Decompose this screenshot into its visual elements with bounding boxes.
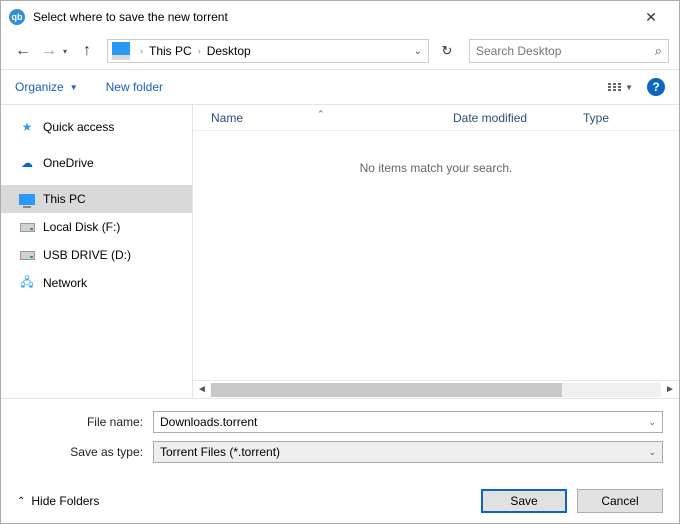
sidebar-item-label: USB DRIVE (D:) bbox=[43, 248, 131, 262]
column-header-type[interactable]: Type bbox=[583, 111, 679, 125]
breadcrumb-part[interactable]: Desktop bbox=[207, 44, 251, 58]
sidebar-item-label: Quick access bbox=[43, 120, 114, 134]
chevron-down-icon[interactable]: ⌄ bbox=[648, 447, 656, 458]
chevron-up-icon: ⌃ bbox=[17, 496, 25, 507]
organize-label: Organize bbox=[15, 80, 64, 94]
toolbar: Organize ▼ New folder ▼ ? bbox=[1, 69, 679, 105]
column-header-date[interactable]: Date modified bbox=[453, 111, 583, 125]
savetype-value: Torrent Files (*.torrent) bbox=[160, 445, 280, 459]
star-icon: ★ bbox=[19, 119, 35, 135]
sidebar: ★ Quick access ☁ OneDrive This PC Local … bbox=[1, 105, 193, 398]
column-label: Type bbox=[583, 111, 609, 125]
drive-icon bbox=[19, 219, 35, 235]
forward-button: → bbox=[37, 39, 61, 63]
horizontal-scrollbar[interactable]: ◄ ► bbox=[193, 380, 679, 398]
navbar: ← → ▾ ↑ › This PC › Desktop ⌄ ↻ ⌕ bbox=[1, 33, 679, 69]
sort-asc-icon: ⌃ bbox=[317, 109, 325, 120]
empty-message: No items match your search. bbox=[193, 161, 679, 175]
scroll-right-icon[interactable]: ► bbox=[661, 384, 679, 395]
search-icon[interactable]: ⌕ bbox=[655, 43, 662, 59]
savetype-field[interactable]: Torrent Files (*.torrent) ⌄ bbox=[153, 441, 663, 463]
filename-label: File name: bbox=[1, 415, 153, 429]
cancel-button[interactable]: Cancel bbox=[577, 489, 663, 513]
search-box[interactable]: ⌕ bbox=[469, 39, 669, 63]
network-icon: 🖧 bbox=[19, 275, 35, 291]
organize-menu[interactable]: Organize ▼ bbox=[15, 80, 78, 94]
chevron-down-icon: ▼ bbox=[70, 83, 78, 92]
sidebar-item-label: Network bbox=[43, 276, 87, 290]
chevron-down-icon[interactable]: ⌄ bbox=[648, 417, 656, 428]
filename-input[interactable] bbox=[160, 415, 656, 429]
save-dialog: qb Select where to save the new torrent … bbox=[0, 0, 680, 524]
sidebar-item-this-pc[interactable]: This PC bbox=[1, 185, 192, 213]
sidebar-item-quick-access[interactable]: ★ Quick access bbox=[1, 113, 192, 141]
dialog-title: Select where to save the new torrent bbox=[33, 10, 631, 24]
history-dropdown[interactable]: ▾ bbox=[63, 47, 73, 56]
bottombar: ⌃ Hide Folders Save Cancel bbox=[1, 479, 679, 523]
breadcrumb-root-icon bbox=[112, 42, 130, 60]
chevron-right-icon: › bbox=[198, 46, 201, 56]
file-list: Name ⌃ Date modified Type No items match… bbox=[193, 105, 679, 398]
sidebar-item-label: Local Disk (F:) bbox=[43, 220, 120, 234]
sidebar-item-local-disk[interactable]: Local Disk (F:) bbox=[1, 213, 192, 241]
back-button[interactable]: ← bbox=[11, 39, 35, 63]
sidebar-item-usb-drive[interactable]: USB DRIVE (D:) bbox=[1, 241, 192, 269]
chevron-right-icon: › bbox=[140, 46, 143, 56]
sidebar-item-network[interactable]: 🖧 Network bbox=[1, 269, 192, 297]
column-headers: Name ⌃ Date modified Type bbox=[193, 105, 679, 131]
scroll-thumb[interactable] bbox=[211, 383, 562, 397]
scroll-track[interactable] bbox=[211, 383, 661, 397]
column-label: Name bbox=[211, 111, 243, 125]
save-button[interactable]: Save bbox=[481, 489, 567, 513]
filename-row: File name: ⌄ bbox=[1, 409, 663, 435]
sidebar-item-label: This PC bbox=[43, 192, 86, 206]
refresh-button[interactable]: ↻ bbox=[435, 39, 459, 63]
view-mode-button[interactable]: ▼ bbox=[608, 83, 633, 92]
scroll-left-icon[interactable]: ◄ bbox=[193, 384, 211, 395]
column-header-name[interactable]: Name ⌃ bbox=[193, 111, 453, 125]
search-input[interactable] bbox=[476, 44, 655, 58]
breadcrumb[interactable]: › This PC › Desktop ⌄ bbox=[107, 39, 429, 63]
chevron-down-icon: ▼ bbox=[625, 83, 633, 92]
sidebar-item-label: OneDrive bbox=[43, 156, 94, 170]
body: ★ Quick access ☁ OneDrive This PC Local … bbox=[1, 105, 679, 398]
filename-field[interactable]: ⌄ bbox=[153, 411, 663, 433]
new-folder-label: New folder bbox=[106, 80, 163, 94]
form-area: File name: ⌄ Save as type: Torrent Files… bbox=[1, 398, 679, 479]
monitor-icon bbox=[19, 191, 35, 207]
breadcrumb-part[interactable]: This PC bbox=[149, 44, 192, 58]
savetype-row: Save as type: Torrent Files (*.torrent) … bbox=[1, 439, 663, 465]
view-list-icon bbox=[608, 83, 611, 91]
breadcrumb-dropdown[interactable]: ⌄ bbox=[414, 46, 422, 57]
new-folder-button[interactable]: New folder bbox=[106, 80, 163, 94]
app-icon: qb bbox=[9, 9, 25, 25]
cloud-icon: ☁ bbox=[19, 155, 35, 171]
help-button[interactable]: ? bbox=[647, 78, 665, 96]
up-button[interactable]: ↑ bbox=[75, 39, 99, 63]
drive-icon bbox=[19, 247, 35, 263]
column-label: Date modified bbox=[453, 111, 527, 125]
hide-folders-label: Hide Folders bbox=[31, 494, 99, 508]
hide-folders-toggle[interactable]: ⌃ Hide Folders bbox=[17, 494, 99, 508]
close-button[interactable]: ✕ bbox=[631, 3, 671, 31]
sidebar-item-onedrive[interactable]: ☁ OneDrive bbox=[1, 149, 192, 177]
titlebar: qb Select where to save the new torrent … bbox=[1, 1, 679, 33]
savetype-label: Save as type: bbox=[1, 445, 153, 459]
